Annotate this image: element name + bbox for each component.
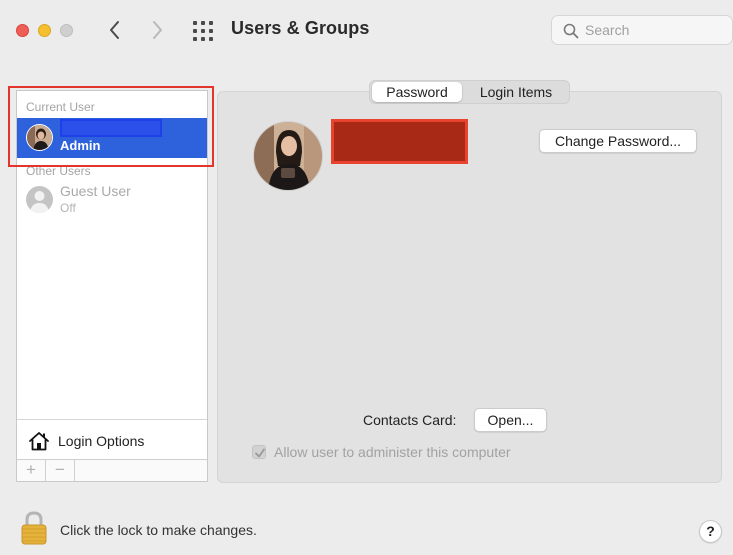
user-avatar — [26, 124, 53, 151]
user-picture[interactable] — [253, 121, 323, 191]
contacts-card-label: Contacts Card: — [363, 412, 457, 428]
user-role: Admin — [60, 138, 101, 153]
magnifier-icon — [563, 23, 579, 39]
zoom-window-icon[interactable] — [60, 24, 73, 37]
window-title: Users & Groups — [231, 18, 370, 38]
allow-admin-label: Allow user to administer this computer — [274, 444, 511, 460]
guest-user-status: Off — [60, 201, 76, 215]
close-window-icon[interactable] — [16, 24, 29, 37]
chevron-right-icon[interactable] — [145, 16, 169, 44]
person-icon — [26, 186, 53, 213]
add-user-button[interactable]: + — [17, 460, 46, 481]
tab-login-items[interactable]: Login Items — [466, 82, 566, 102]
help-button[interactable]: ? — [699, 520, 722, 543]
allow-admin-row: Allow user to administer this computer — [252, 443, 552, 463]
other-users-section-label: Other Users — [26, 164, 91, 178]
divider — [17, 419, 207, 420]
redacted-full-name — [331, 119, 468, 164]
change-password-button[interactable]: Change Password... — [539, 129, 697, 153]
grid-icon[interactable] — [190, 18, 216, 44]
list-footer: + − — [17, 459, 207, 481]
login-options-button[interactable]: Login Options — [17, 427, 207, 457]
current-user-section-label: Current User — [26, 100, 95, 114]
allow-admin-checkbox[interactable] — [252, 445, 266, 459]
lock-message: Click the lock to make changes. — [60, 522, 257, 538]
redacted-username — [60, 119, 162, 137]
chevron-left-icon[interactable] — [103, 16, 127, 44]
user-row-guest[interactable]: Guest User Off — [17, 183, 207, 217]
minimize-window-icon[interactable] — [38, 24, 51, 37]
tab-bar: Password Login Items — [369, 80, 570, 104]
search-input[interactable] — [585, 21, 725, 39]
guest-user-name: Guest User — [60, 183, 131, 199]
user-row-current[interactable]: Admin — [17, 118, 207, 158]
open-contacts-card-button[interactable]: Open... — [474, 408, 547, 432]
user-list: Current User Admin Other Users Guest Use… — [16, 90, 208, 482]
house-icon — [28, 430, 50, 452]
tab-password[interactable]: Password — [372, 82, 462, 102]
login-options-label: Login Options — [58, 433, 145, 449]
remove-user-button[interactable]: − — [46, 460, 75, 481]
padlock-icon[interactable] — [20, 510, 48, 546]
search-field[interactable] — [551, 15, 733, 45]
toolbar: Users & Groups — [0, 0, 733, 60]
